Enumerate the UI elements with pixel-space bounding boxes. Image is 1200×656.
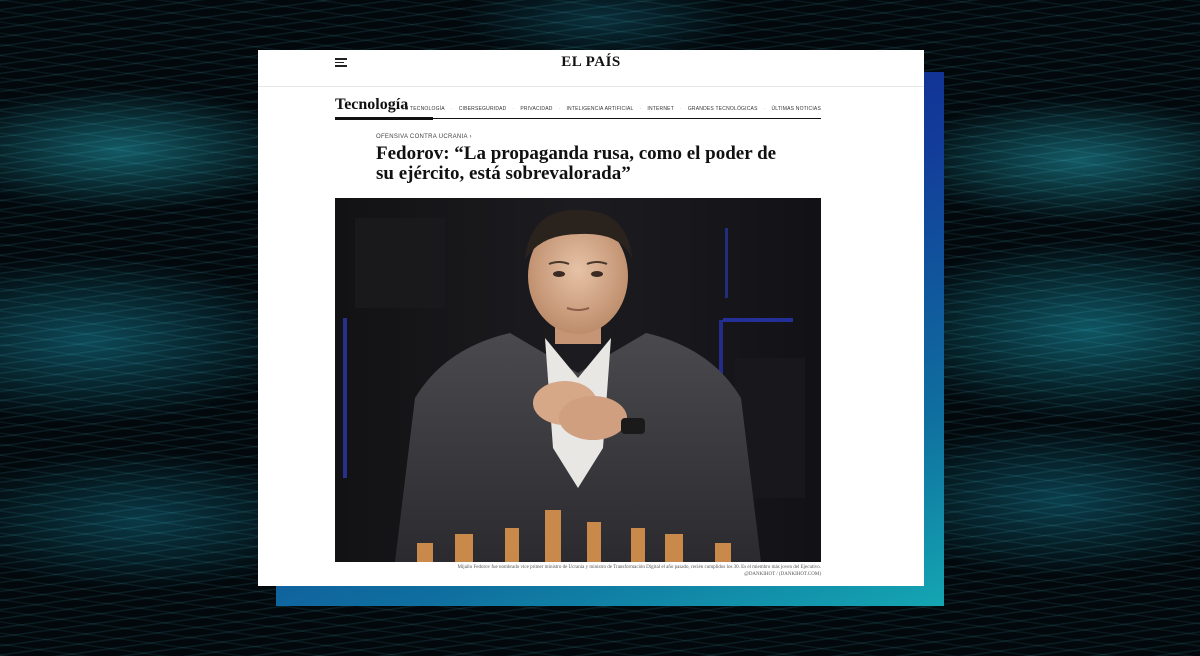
nav-item[interactable]: TU TECNOLOGÍA: [401, 106, 444, 112]
article-kicker[interactable]: OFENSIVA CONTRA UCRANIA ›: [376, 134, 472, 140]
nav-item[interactable]: INTELIGENCIA ARTIFICIAL: [566, 106, 633, 112]
caption-text: Mijailo Fedorov fue nombrado vice primer…: [457, 565, 821, 570]
nav-separator: ·: [639, 106, 642, 112]
nav-separator: ·: [558, 106, 561, 112]
nav-separator: ·: [512, 106, 515, 112]
site-logo[interactable]: EL PAÍS: [258, 54, 924, 71]
article-photo: [335, 198, 821, 562]
photo-caption: Mijailo Fedorov fue nombrado vice primer…: [335, 564, 821, 578]
section-title-underline: [335, 117, 433, 120]
nav-item[interactable]: GRANDES TECNOLÓGICAS: [688, 106, 758, 112]
nav-item[interactable]: PRIVACIDAD: [520, 106, 552, 112]
section-header: Tecnología TU TECNOLOGÍA · CIBERSEGURIDA…: [335, 96, 821, 120]
nav-item[interactable]: INTERNET: [647, 106, 674, 112]
site-header: EL PAÍS: [258, 50, 924, 87]
photo-credit: @DANKIHOT / (DANKIHOT.COM): [744, 572, 821, 577]
nav-separator: ·: [450, 106, 453, 112]
article-screenshot: EL PAÍS Tecnología TU TECNOLOGÍA · CIBER…: [258, 50, 924, 586]
nav-item[interactable]: ÚLTIMAS NOTICIAS: [771, 106, 821, 112]
section-nav: TU TECNOLOGÍA · CIBERSEGURIDAD · PRIVACI…: [395, 106, 821, 112]
article-headline: Fedorov: “La propaganda rusa, como el po…: [376, 143, 777, 184]
nav-separator: ·: [679, 106, 682, 112]
nav-item[interactable]: CIBERSEGURIDAD: [459, 106, 507, 112]
nav-separator: ·: [763, 106, 766, 112]
